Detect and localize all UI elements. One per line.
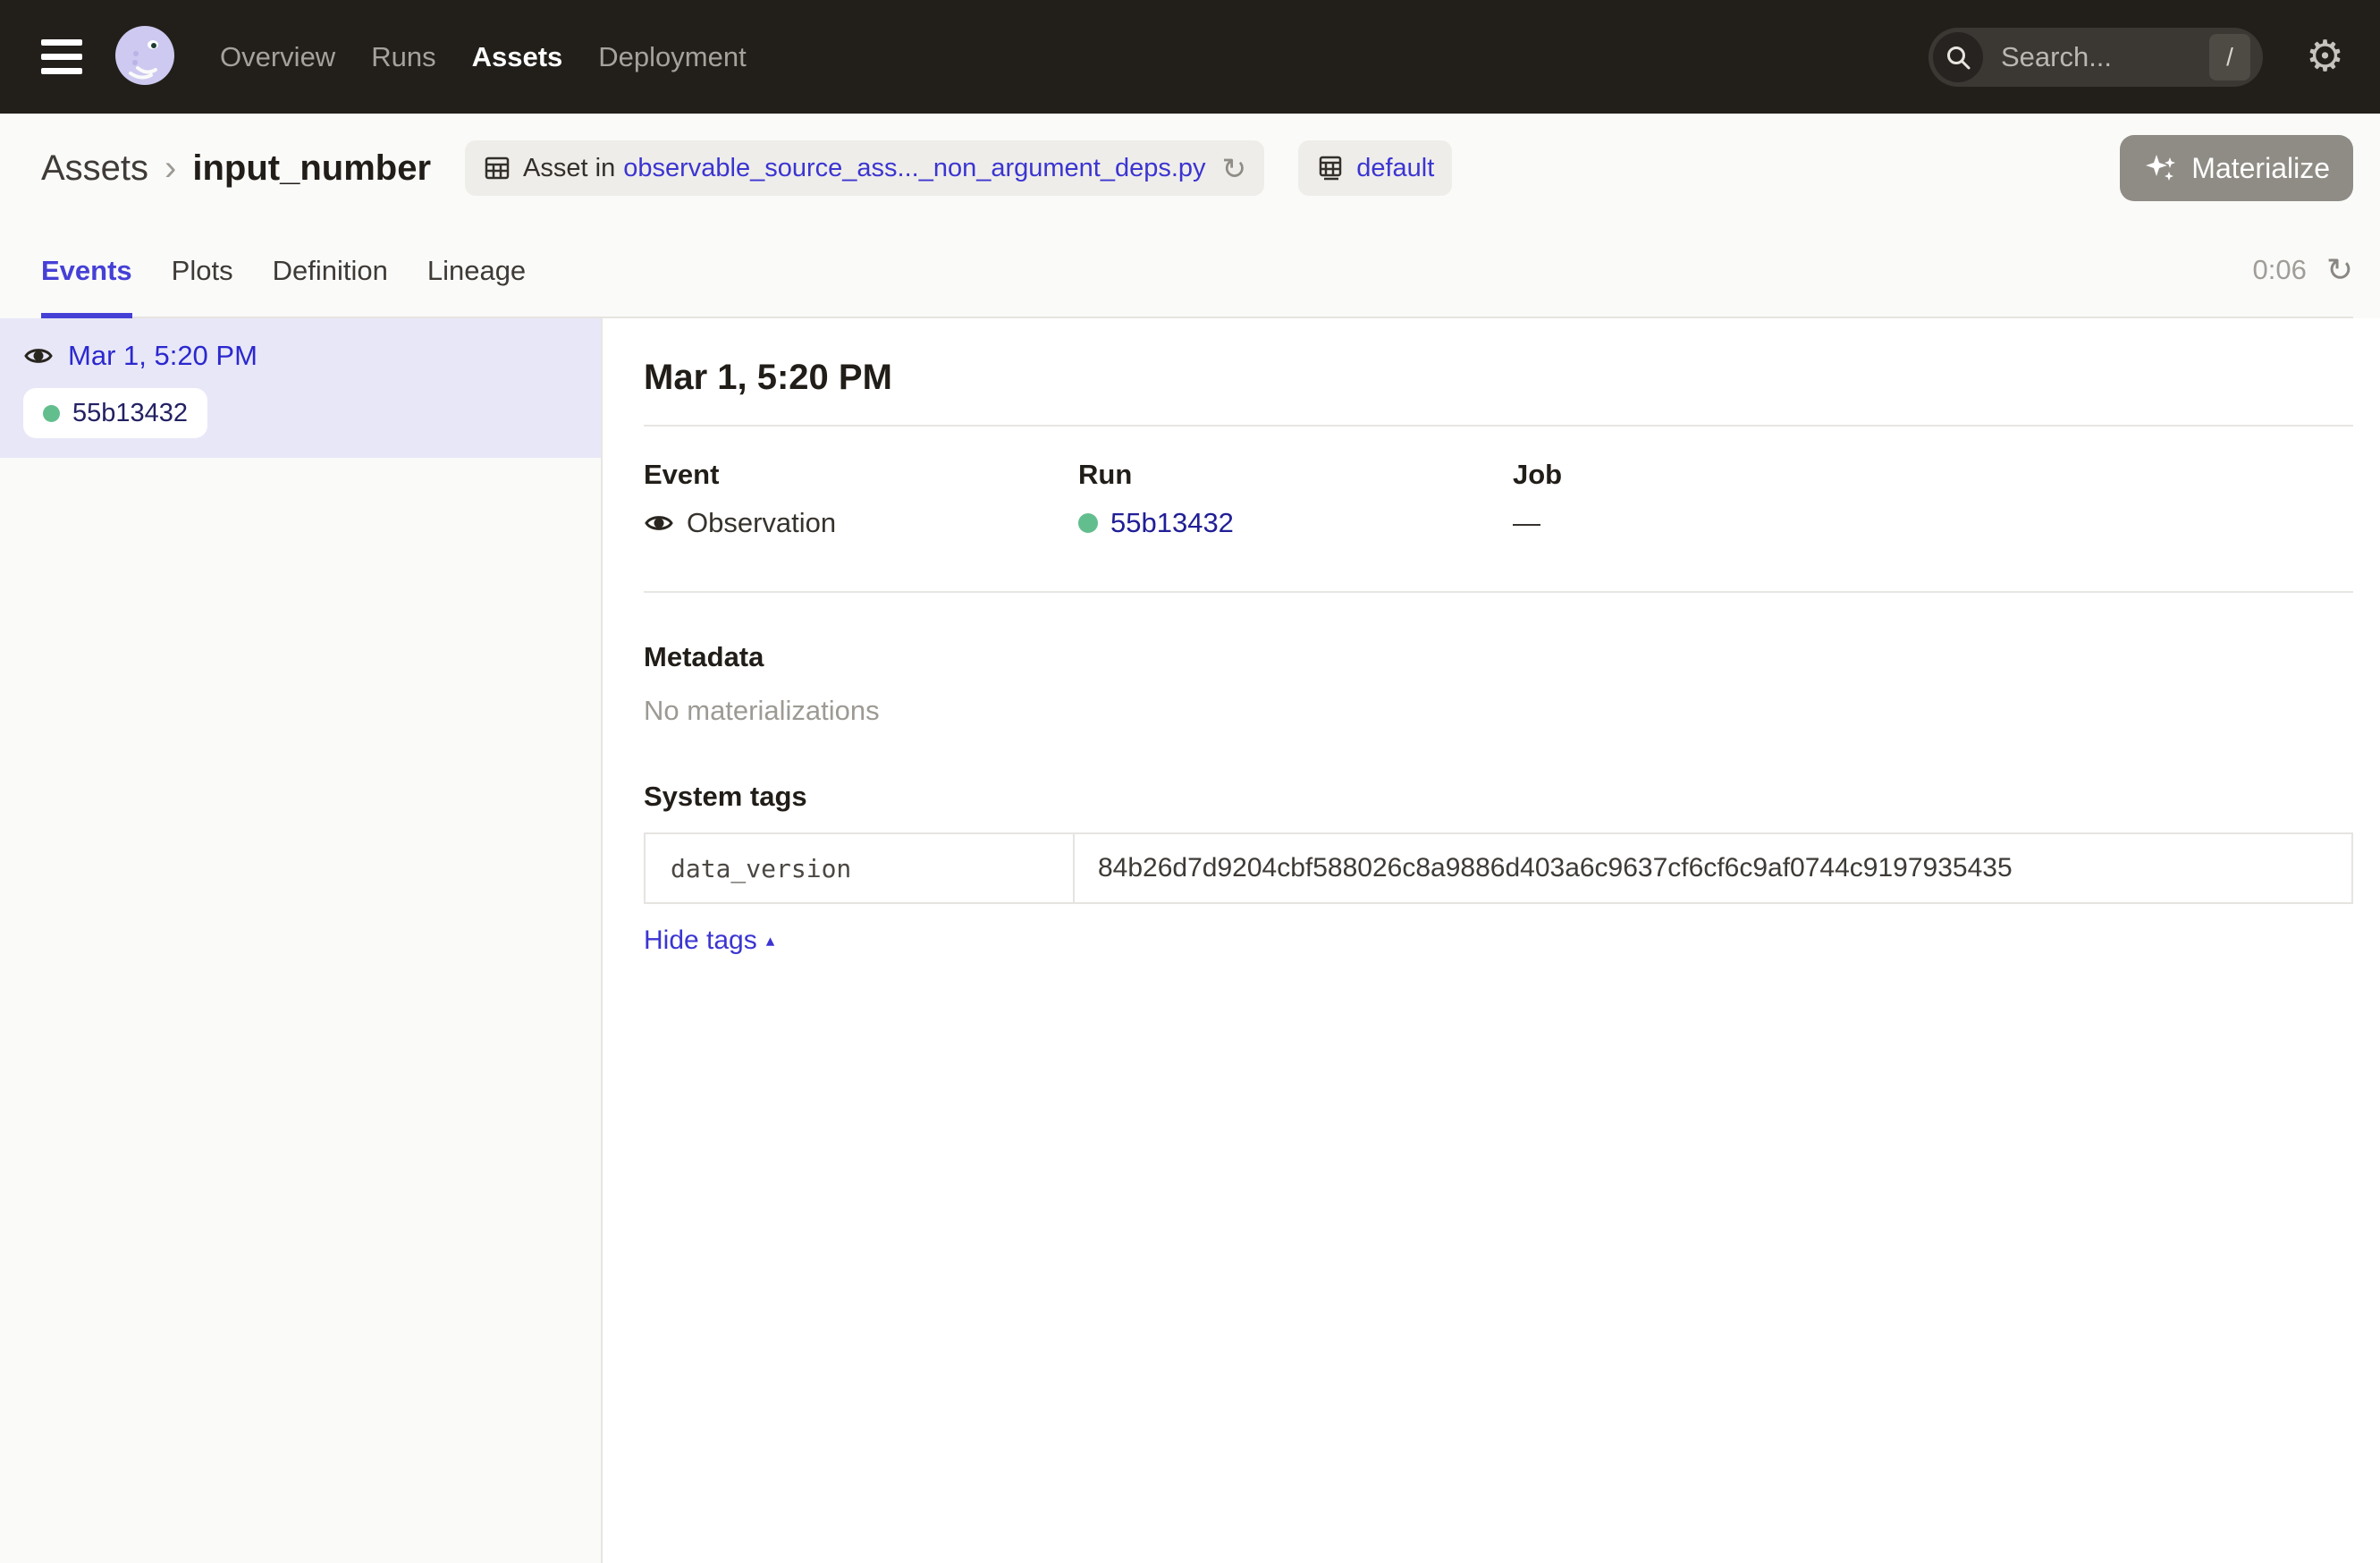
system-tags-heading: System tags (644, 781, 2353, 813)
event-date-link[interactable]: Mar 1, 5:20 PM (68, 340, 257, 372)
event-detail-title: Mar 1, 5:20 PM (644, 358, 2353, 398)
run-column: Run 55b13432 (1078, 459, 1513, 539)
tab-lineage[interactable]: Lineage (427, 223, 526, 318)
page-title: input_number (192, 148, 431, 189)
search-box[interactable]: / (1928, 28, 2263, 87)
observation-eye-icon (644, 508, 674, 538)
breadcrumb-assets-link[interactable]: Assets (41, 148, 148, 189)
breadcrumb-separator: › (165, 148, 176, 189)
search-input[interactable] (1999, 40, 2209, 74)
tab-definition[interactable]: Definition (273, 223, 388, 318)
page-header: Assets › input_number Asset in observabl… (0, 114, 2380, 318)
navbar-right: / ⚙ (1928, 28, 2344, 87)
nav-item-overview[interactable]: Overview (220, 41, 335, 73)
tab-plots[interactable]: Plots (172, 223, 233, 318)
tag-key-cell: data_version (645, 833, 1074, 903)
table-grid-icon (483, 154, 511, 182)
asset-definition-file-link[interactable]: observable_source_ass..._non_argument_de… (623, 154, 1205, 183)
observation-eye-icon (23, 341, 54, 371)
tab-events[interactable]: Events (41, 223, 132, 318)
job-column-label: Job (1513, 459, 2353, 491)
content-area: Mar 1, 5:20 PM 55b13432 Mar 1, 5:20 PM E… (0, 318, 2380, 1563)
repository-icon (1316, 154, 1345, 182)
job-column: Job — (1513, 459, 2353, 539)
asset-location-prefix: Asset in (523, 154, 615, 183)
run-id-label: 55b13432 (72, 399, 188, 428)
event-list-sidebar: Mar 1, 5:20 PM 55b13432 (0, 318, 603, 1563)
event-detail-panel: Mar 1, 5:20 PM Event Observation Run (603, 318, 2380, 1563)
asset-location-pill: Asset in observable_source_ass..._non_ar… (465, 140, 1264, 196)
metadata-empty-state: No materializations (644, 695, 2353, 727)
event-list-item[interactable]: Mar 1, 5:20 PM 55b13432 (0, 318, 601, 458)
search-shortcut-key: / (2209, 34, 2250, 80)
event-column-label: Event (644, 459, 1078, 491)
table-row: data_version 84b26d7d9204cbf588026c8a988… (645, 833, 2352, 903)
job-value-empty: — (1513, 507, 1540, 539)
metadata-heading: Metadata (644, 641, 2353, 673)
hide-tags-label: Hide tags (644, 925, 757, 956)
settings-gear-icon[interactable]: ⚙ (2306, 36, 2344, 79)
event-info-grid: Event Observation Run 55b13432 (644, 459, 2353, 539)
run-status-dot (1078, 513, 1098, 533)
materialize-button[interactable]: Materialize (2120, 135, 2353, 201)
event-column: Event Observation (644, 459, 1078, 539)
nav-item-assets[interactable]: Assets (472, 41, 563, 73)
hamburger-menu-icon[interactable] (41, 39, 82, 74)
materialize-label: Materialize (2191, 152, 2330, 185)
run-tag-pill[interactable]: 55b13432 (23, 388, 207, 438)
run-status-dot (43, 405, 60, 422)
tabs-bar: Events Plots Definition Lineage 0:06 ↻ (41, 223, 2353, 318)
run-column-label: Run (1078, 459, 1513, 491)
dagster-logo[interactable] (111, 23, 179, 91)
breadcrumb-row: Assets › input_number Asset in observabl… (41, 114, 2353, 223)
hide-tags-link[interactable]: Hide tags ▴ (644, 925, 774, 956)
nav-item-runs[interactable]: Runs (371, 41, 435, 73)
repository-pill: default (1298, 140, 1452, 196)
tag-value-cell: 84b26d7d9204cbf588026c8a9886d403a6c9637c… (1074, 833, 2352, 903)
top-navbar: Overview Runs Assets Deployment / ⚙ (0, 0, 2380, 114)
nav-item-deployment[interactable]: Deployment (598, 41, 746, 73)
primary-nav: Overview Runs Assets Deployment (220, 41, 747, 73)
repository-default-link[interactable]: default (1356, 154, 1434, 183)
event-type-value: Observation (687, 507, 836, 539)
refresh-icon[interactable]: ↻ (2326, 254, 2353, 286)
sparkles-icon (2143, 150, 2179, 186)
run-id-link[interactable]: 55b13432 (1110, 507, 1234, 539)
search-icon (1933, 32, 1983, 82)
refresh-countdown: 0:06 (2252, 254, 2306, 286)
caret-up-icon: ▴ (766, 931, 775, 951)
system-tags-table: data_version 84b26d7d9204cbf588026c8a988… (644, 832, 2353, 904)
reload-definitions-icon[interactable]: ↻ (1222, 154, 1247, 183)
